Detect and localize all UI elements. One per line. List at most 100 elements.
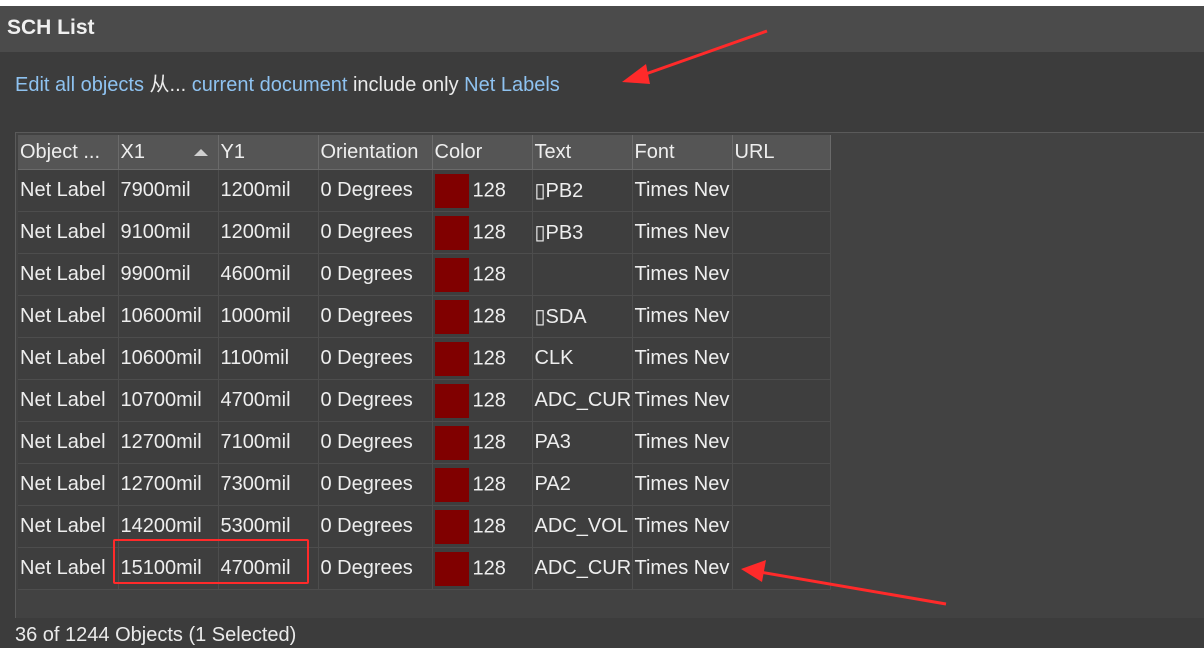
cell-text[interactable]: ADC_CUR xyxy=(532,379,633,422)
cell-url[interactable] xyxy=(732,337,831,380)
cell-text[interactable]: ADC_VOL xyxy=(532,505,633,548)
cell-y1[interactable]: 5300mil xyxy=(218,505,319,548)
cell-object[interactable]: Net Label xyxy=(18,295,119,338)
column-header-color[interactable]: Color xyxy=(432,135,533,170)
table-row[interactable]: Net Label 9100mil 1200mil 0 Degrees 128 ▯PB3 T… xyxy=(18,211,831,254)
cell-orientation[interactable]: 0 Degrees xyxy=(318,169,433,212)
cell-color[interactable]: 128 xyxy=(432,463,533,506)
cell-x1[interactable]: 7900mil xyxy=(118,169,219,212)
column-header-url[interactable]: URL xyxy=(732,135,831,170)
cell-orientation[interactable]: 0 Degrees xyxy=(318,505,433,548)
cell-orientation[interactable]: 0 Degrees xyxy=(318,295,433,338)
cell-color[interactable]: 128 xyxy=(432,295,533,338)
cell-y1[interactable]: 1200mil xyxy=(218,211,319,254)
cell-url[interactable] xyxy=(732,295,831,338)
cell-color[interactable]: 128 xyxy=(432,421,533,464)
cell-x1[interactable]: 14200mil xyxy=(118,505,219,548)
cell-orientation[interactable]: 0 Degrees xyxy=(318,379,433,422)
table-row[interactable]: Net Label 12700mil 7100mil 0 Degrees 128 PA3 T… xyxy=(18,421,831,464)
cell-x1[interactable]: 9100mil xyxy=(118,211,219,254)
column-header-text[interactable]: Text xyxy=(532,135,633,170)
table-row[interactable]: Net Label 10700mil 4700mil 0 Degrees 128 ADC_… xyxy=(18,379,831,422)
cell-y1[interactable]: 7100mil xyxy=(218,421,319,464)
cell-y1[interactable]: 1200mil xyxy=(218,169,319,212)
cell-object[interactable]: Net Label xyxy=(18,169,119,212)
cell-object[interactable]: Net Label xyxy=(18,253,119,296)
cell-orientation[interactable]: 0 Degrees xyxy=(318,211,433,254)
cell-text[interactable]: ADC_CUR xyxy=(532,547,633,590)
cell-font[interactable]: Times Nev xyxy=(632,547,733,590)
cell-font[interactable]: Times Nev xyxy=(632,253,733,296)
cell-url[interactable] xyxy=(732,463,831,506)
table-row[interactable]: Net Label 12700mil 7300mil 0 Degrees 128 PA2 T… xyxy=(18,463,831,506)
cell-text[interactable]: PA2 xyxy=(532,463,633,506)
cell-object[interactable]: Net Label xyxy=(18,379,119,422)
cell-object[interactable]: Net Label xyxy=(18,547,119,590)
cell-font[interactable]: Times Nev xyxy=(632,337,733,380)
cell-orientation[interactable]: 0 Degrees xyxy=(318,421,433,464)
cell-font[interactable]: Times Nev xyxy=(632,169,733,212)
cell-y1[interactable]: 4600mil xyxy=(218,253,319,296)
cell-url[interactable] xyxy=(732,505,831,548)
cell-text[interactable] xyxy=(532,253,633,296)
table-row[interactable]: Net Label 10600mil 1000mil 0 Degrees 128 ▯SDA… xyxy=(18,295,831,338)
cell-y1[interactable]: 4700mil xyxy=(218,379,319,422)
cell-x1[interactable]: 12700mil xyxy=(118,421,219,464)
cell-orientation[interactable]: 0 Degrees xyxy=(318,463,433,506)
object-grid[interactable]: Object ... X1 Y1 Orientation Color Text … xyxy=(15,132,1204,618)
cell-color[interactable]: 128 xyxy=(432,547,533,590)
table-row[interactable]: Net Label 7900mil 1200mil 0 Degrees 128 ▯PB2 T… xyxy=(18,169,831,212)
cell-object[interactable]: Net Label xyxy=(18,421,119,464)
cell-object[interactable]: Net Label xyxy=(18,463,119,506)
column-header-x1[interactable]: X1 xyxy=(118,135,219,170)
cell-x1[interactable]: 9900mil xyxy=(118,253,219,296)
object-type-link[interactable]: Net Labels xyxy=(464,74,560,96)
cell-font[interactable]: Times Nev xyxy=(632,295,733,338)
cell-font[interactable]: Times Nev xyxy=(632,211,733,254)
cell-object[interactable]: Net Label xyxy=(18,211,119,254)
cell-color[interactable]: 128 xyxy=(432,211,533,254)
cell-object[interactable]: Net Label xyxy=(18,505,119,548)
cell-x1[interactable]: 10600mil xyxy=(118,295,219,338)
cell-url[interactable] xyxy=(732,547,831,590)
table-row[interactable]: Net Label 9900mil 4600mil 0 Degrees 128 Times… xyxy=(18,253,831,296)
table-row[interactable]: Net Label 14200mil 5300mil 0 Degrees 128 ADC_… xyxy=(18,505,831,548)
cell-x1[interactable]: 10600mil xyxy=(118,337,219,380)
cell-color[interactable]: 128 xyxy=(432,169,533,212)
cell-text[interactable]: ▯PB2 xyxy=(532,169,633,212)
edit-mode-link[interactable]: Edit all objects xyxy=(15,74,144,96)
cell-font[interactable]: Times Nev xyxy=(632,379,733,422)
cell-font[interactable]: Times Nev xyxy=(632,421,733,464)
cell-x1[interactable]: 12700mil xyxy=(118,463,219,506)
table-row[interactable]: Net Label 10600mil 1100mil 0 Degrees 128 CLK T… xyxy=(18,337,831,380)
cell-y1[interactable]: 4700mil xyxy=(218,547,319,590)
cell-y1[interactable]: 7300mil xyxy=(218,463,319,506)
scope-link[interactable]: current document xyxy=(192,74,348,96)
column-header-orientation[interactable]: Orientation xyxy=(318,135,433,170)
cell-orientation[interactable]: 0 Degrees xyxy=(318,547,433,590)
cell-x1[interactable]: 15100mil xyxy=(118,547,219,590)
cell-text[interactable]: PA3 xyxy=(532,421,633,464)
cell-color[interactable]: 128 xyxy=(432,337,533,380)
cell-url[interactable] xyxy=(732,169,831,212)
cell-orientation[interactable]: 0 Degrees xyxy=(318,337,433,380)
cell-color[interactable]: 128 xyxy=(432,379,533,422)
cell-object[interactable]: Net Label xyxy=(18,337,119,380)
cell-y1[interactable]: 1100mil xyxy=(218,337,319,380)
column-header-object[interactable]: Object ... xyxy=(18,135,119,170)
cell-text[interactable]: CLK xyxy=(532,337,633,380)
cell-text[interactable]: ▯SDA xyxy=(532,295,633,338)
column-header-font[interactable]: Font xyxy=(632,135,733,170)
cell-url[interactable] xyxy=(732,253,831,296)
cell-text[interactable]: ▯PB3 xyxy=(532,211,633,254)
cell-y1[interactable]: 1000mil xyxy=(218,295,319,338)
cell-url[interactable] xyxy=(732,379,831,422)
cell-font[interactable]: Times Nev xyxy=(632,463,733,506)
cell-font[interactable]: Times Nev xyxy=(632,505,733,548)
cell-url[interactable] xyxy=(732,421,831,464)
table-row[interactable]: Net Label 15100mil 4700mil 0 Degrees 128 ADC_… xyxy=(18,547,831,590)
cell-color[interactable]: 128 xyxy=(432,253,533,296)
cell-orientation[interactable]: 0 Degrees xyxy=(318,253,433,296)
cell-url[interactable] xyxy=(732,211,831,254)
cell-color[interactable]: 128 xyxy=(432,505,533,548)
